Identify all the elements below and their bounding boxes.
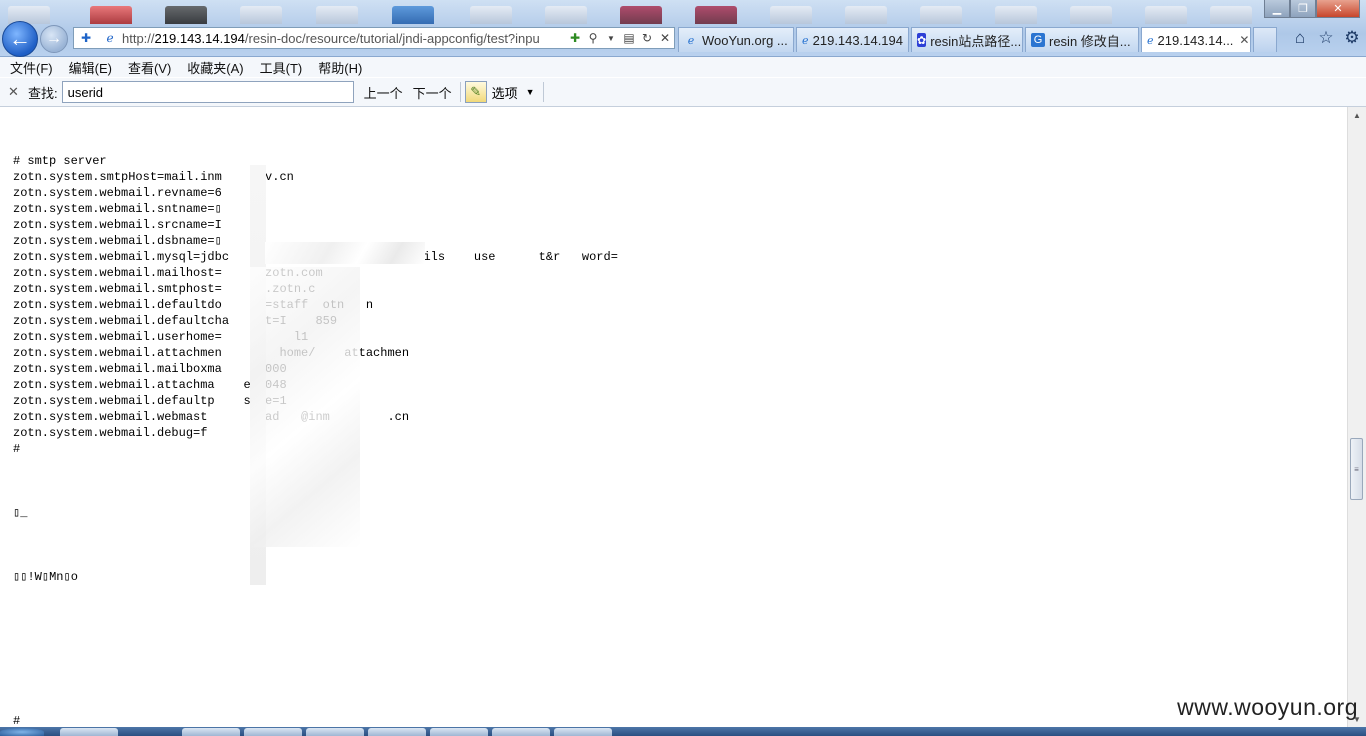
start-button[interactable]: [0, 728, 44, 736]
arrow-right-icon: →: [46, 30, 62, 47]
menu-view[interactable]: 查看(V): [128, 58, 171, 77]
watermark: www.wooyun.org: [1177, 694, 1358, 720]
taskbar-item[interactable]: [244, 728, 302, 736]
baidu-paw-icon: ✿: [917, 33, 927, 47]
tab-label: resin站点路径...: [930, 33, 1022, 49]
find-previous-button[interactable]: 上一个: [364, 83, 403, 102]
page-content: # smtp server zotn.system.smtpHost=mail.i…: [0, 107, 1348, 728]
ie-icon: ℯ: [687, 34, 695, 47]
menu-file[interactable]: 文件(F): [10, 58, 53, 77]
config-line: [13, 697, 618, 713]
redaction-patch: [265, 242, 425, 264]
search-icon[interactable]: ⚲: [585, 30, 601, 46]
url-path: /resin-doc/resource/tutorial/jndi-appcon…: [244, 30, 540, 46]
close-window-button[interactable]: ✕: [1316, 0, 1360, 18]
tab-wooyun[interactable]: ℯ WooYun.org ...: [678, 27, 794, 52]
config-line: [13, 553, 618, 569]
highlight-pen-icon[interactable]: ✎: [464, 81, 487, 103]
compat-view-icon[interactable]: ✚: [567, 30, 583, 46]
stop-icon[interactable]: ✕: [657, 30, 673, 46]
address-bar[interactable]: ✚ ℯ http://219.143.14.194/resin-doc/reso…: [73, 27, 675, 49]
menu-edit[interactable]: 编辑(E): [69, 58, 112, 77]
taskbar-item[interactable]: [554, 728, 612, 736]
tab-label: WooYun.org ...: [702, 32, 788, 48]
tab-strip: ℯ WooYun.org ... ℯ 219.143.14.194 ✿ resin站点…: [678, 27, 1277, 53]
scrollbar-thumb[interactable]: ≡: [1350, 438, 1363, 500]
refresh-icon[interactable]: ↻: [639, 30, 655, 46]
taskbar-item[interactable]: [306, 728, 364, 736]
address-url[interactable]: http://219.143.14.194/resin-doc/resource…: [122, 31, 566, 46]
maximize-button[interactable]: ❐: [1290, 0, 1316, 18]
tab-resin-modify[interactable]: Gresin 修改自...: [1025, 27, 1139, 52]
config-line: [13, 617, 618, 633]
taskbar-item[interactable]: [182, 728, 240, 736]
options-button[interactable]: 选项: [492, 83, 518, 102]
vertical-scrollbar[interactable]: ▲ ≡ ▼: [1347, 107, 1366, 727]
window-controls: ▁ ❐ ✕: [1264, 0, 1360, 18]
taskbar: [0, 727, 1366, 736]
find-bar: ✕ 查找: 上一个 下一个 ✎ 选项 ▼: [0, 78, 1366, 107]
scroll-up-arrow-icon[interactable]: ▲: [1348, 107, 1366, 123]
close-find-icon[interactable]: ✕: [8, 84, 22, 100]
config-line: [13, 585, 618, 601]
divider: [542, 82, 544, 102]
config-line: [13, 681, 618, 697]
taskbar-item[interactable]: [368, 728, 426, 736]
config-line: zotn.system.webmail.revname=6: [13, 186, 222, 200]
ie-icon: ℯ: [802, 34, 809, 47]
config-line: zotn.system.webmail.sntname=▯: [13, 202, 222, 216]
config-line: zotn.system.smtpHost=mail.inm gov.cn: [13, 170, 294, 184]
close-tab-icon[interactable]: ✕: [1239, 33, 1249, 47]
menu-favorites[interactable]: 收藏夹(A): [187, 58, 243, 77]
config-line: [13, 601, 618, 617]
config-line: [13, 633, 618, 649]
new-tab-button[interactable]: [1253, 27, 1277, 52]
home-icon[interactable]: ⌂: [1290, 28, 1310, 48]
divider: [459, 82, 461, 102]
taskbar-item[interactable]: [430, 728, 488, 736]
gear-icon[interactable]: ⚙: [1342, 28, 1362, 48]
compatibility-icon[interactable]: ▤: [621, 30, 637, 46]
dropdown-icon[interactable]: ▼: [603, 30, 619, 46]
arrow-left-icon: ←: [9, 26, 31, 51]
command-icons: ⌂ ☆ ⚙: [1290, 28, 1362, 48]
url-scheme: http://: [122, 30, 155, 46]
browser-toolbar: ▁ ❐ ✕ ← → ✚ ℯ http://219.143.14.194/resi…: [0, 0, 1366, 57]
page-icon: ✚: [80, 31, 92, 45]
url-host: 219.143.14.194: [154, 30, 245, 46]
tab-ip[interactable]: ℯ 219.143.14.194: [796, 27, 909, 52]
tab-label: resin 修改自...: [1049, 33, 1131, 49]
menu-bar: 文件(F) 编辑(E) 查看(V) 收藏夹(A) 工具(T) 帮助(H): [0, 57, 1366, 77]
config-line: # smtp server: [13, 154, 107, 168]
ie-page-icon: ℯ: [106, 31, 114, 45]
find-next-button[interactable]: 下一个: [413, 83, 452, 102]
config-line: [13, 649, 618, 665]
taskbar-item[interactable]: [492, 728, 550, 736]
chevron-down-icon[interactable]: ▼: [526, 87, 535, 97]
tab-label: 219.143.14...: [1157, 32, 1234, 48]
tab-label: 219.143.14.194: [812, 32, 903, 48]
find-input[interactable]: [61, 81, 354, 103]
google-g-icon: G: [1031, 33, 1045, 47]
find-label: 查找:: [28, 85, 58, 101]
config-line: [13, 665, 618, 681]
tab-active[interactable]: ℯ 219.143.14... ✕: [1141, 27, 1251, 52]
tab-resin-path[interactable]: ✿ resin站点路径...: [911, 27, 1023, 52]
minimize-button[interactable]: ▁: [1264, 0, 1290, 18]
back-button[interactable]: ←: [2, 21, 38, 57]
taskbar-item[interactable]: [60, 728, 118, 736]
menu-help[interactable]: 帮助(H): [318, 58, 362, 77]
favorites-star-icon[interactable]: ☆: [1316, 28, 1336, 48]
menu-tools[interactable]: 工具(T): [260, 58, 303, 77]
background-window-strip: [0, 0, 1366, 24]
forward-button[interactable]: →: [40, 25, 68, 53]
config-line: ▯▯!W▯Mn▯o: [13, 570, 78, 584]
redaction-patch: [250, 267, 360, 547]
ie-icon: ℯ: [1147, 34, 1154, 47]
config-line: zotn.system.webmail.srcname=I: [13, 218, 222, 232]
